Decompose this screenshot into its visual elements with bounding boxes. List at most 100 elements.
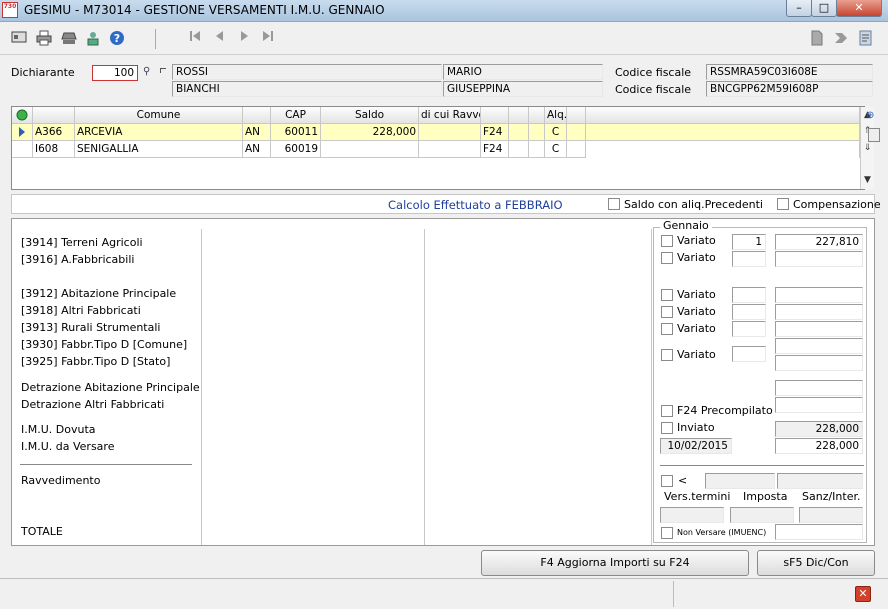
help-icon[interactable]: ?	[108, 30, 126, 48]
abitazione-amount-field[interactable]	[775, 287, 863, 303]
tipo-d-comune-amount-field[interactable]	[775, 338, 863, 354]
variato-tipo-d-checkbox[interactable]	[661, 349, 673, 361]
cell-saldo[interactable]	[321, 141, 419, 158]
cell-cap[interactable]: 60011	[271, 124, 321, 141]
close-window-button[interactable]: ✕	[836, 0, 882, 17]
terreni-amount-field[interactable]: 227,810	[775, 234, 863, 250]
cell-code[interactable]: A366	[33, 124, 75, 141]
app-icon: 730	[2, 2, 18, 18]
side-page-icon[interactable]	[868, 128, 880, 142]
vers-termini-field[interactable]	[660, 507, 724, 523]
col-cap[interactable]: CAP	[271, 107, 321, 124]
cell-blank3[interactable]	[567, 141, 586, 158]
col-blank3[interactable]	[567, 107, 586, 124]
scroll-down-icon[interactable]: ▼	[861, 172, 874, 188]
fabbricabili-amount-field[interactable]	[775, 251, 863, 267]
abitazione-count-field[interactable]	[732, 287, 766, 303]
dichiarante-field[interactable]: 100	[92, 65, 138, 81]
col-comune[interactable]: Comune	[75, 107, 243, 124]
scroll-page-down-icon[interactable]: ⇓	[861, 140, 874, 156]
fabbricabili-count-field[interactable]	[732, 251, 766, 267]
forward-icon[interactable]	[832, 30, 850, 48]
minimize-button[interactable]: –	[786, 0, 812, 17]
cell-blank2[interactable]	[529, 141, 545, 158]
cell-alq[interactable]: C	[545, 124, 567, 141]
col-prov[interactable]	[243, 107, 271, 124]
notes-icon[interactable]	[857, 30, 875, 48]
aggiorna-f24-button[interactable]: F4 Aggiorna Importi su F24	[481, 550, 749, 576]
search-icon[interactable]: ⚲	[143, 66, 150, 77]
cell-prov[interactable]: AN	[243, 141, 271, 158]
f24-precompilato-checkbox[interactable]	[661, 405, 673, 417]
variato-fabbricabili-checkbox[interactable]	[661, 252, 673, 264]
col-blank1[interactable]	[509, 107, 529, 124]
cell-cap[interactable]: 60019	[271, 141, 321, 158]
variato-terreni-checkbox[interactable]	[661, 235, 673, 247]
variato-rurali-checkbox[interactable]	[661, 323, 673, 335]
print-icon[interactable]	[35, 30, 53, 48]
card-icon[interactable]	[10, 30, 28, 48]
table-row[interactable]: I608 SENIGALLIA AN 60019 F24 C	[12, 141, 860, 158]
variato-label: Variato	[677, 288, 716, 301]
cell-comune[interactable]: SENIGALLIA	[75, 141, 243, 158]
col-saldo[interactable]: Saldo	[321, 107, 419, 124]
imposta-field[interactable]	[730, 507, 794, 523]
compensazione-checkbox[interactable]	[777, 198, 789, 210]
cell-blank4[interactable]	[586, 141, 860, 158]
ravvedimento-checkbox[interactable]	[661, 475, 673, 487]
sanz-inter-field[interactable]	[799, 507, 863, 523]
sort-icon[interactable]: ⊕	[866, 110, 874, 121]
inviato-checkbox[interactable]	[661, 422, 673, 434]
col-blank4[interactable]	[586, 107, 860, 124]
rurali-amount-field[interactable]	[775, 321, 863, 337]
cell-code[interactable]: I608	[33, 141, 75, 158]
totale-field[interactable]	[775, 524, 863, 540]
dic-con-button[interactable]: sF5 Dic/Con	[757, 550, 875, 576]
col-alq[interactable]: Alq.	[545, 107, 567, 124]
cell-ravved[interactable]	[419, 124, 481, 141]
cell-alq[interactable]: C	[545, 141, 567, 158]
inviato-label: Inviato	[677, 421, 715, 434]
saldo-precedenti-checkbox[interactable]	[608, 198, 620, 210]
altri-amount-field[interactable]	[775, 304, 863, 320]
cell-ravved[interactable]	[419, 141, 481, 158]
last-icon[interactable]	[259, 30, 277, 48]
ravv-date-field[interactable]	[705, 473, 775, 489]
tipo-d-count-field[interactable]	[732, 346, 766, 362]
variato-altri-checkbox[interactable]	[661, 306, 673, 318]
cell-blank1[interactable]	[509, 141, 529, 158]
table-row[interactable]: A366 ARCEVIA AN 60011 228,000 F24 C	[12, 124, 860, 141]
variato-abitazione-checkbox[interactable]	[661, 289, 673, 301]
col-ravved[interactable]: di cui Ravved	[419, 107, 481, 124]
detr-altri-field[interactable]	[775, 397, 863, 413]
cell-tipo[interactable]: F24	[481, 141, 509, 158]
altri-count-field[interactable]	[732, 304, 766, 320]
detr-abitazione-field[interactable]	[775, 380, 863, 396]
maximize-button[interactable]: □	[811, 0, 837, 17]
cell-blank1[interactable]	[509, 124, 529, 141]
tipo-d-stato-amount-field[interactable]	[775, 355, 863, 371]
terreni-count-field[interactable]: 1	[732, 234, 766, 250]
col-tipo[interactable]	[481, 107, 509, 124]
col-code[interactable]	[33, 107, 75, 124]
next-icon[interactable]	[235, 30, 253, 48]
user-download-icon[interactable]	[84, 30, 102, 48]
col-blank2[interactable]	[529, 107, 545, 124]
imu-versare-field[interactable]: 228,000	[775, 438, 863, 454]
cell-comune[interactable]: ARCEVIA	[75, 124, 243, 141]
cell-tipo[interactable]: F24	[481, 124, 509, 141]
ravv-amount-field[interactable]	[777, 473, 863, 489]
cell-prov[interactable]: AN	[243, 124, 271, 141]
cell-blank3[interactable]	[567, 124, 586, 141]
exit-icon[interactable]: ✕	[855, 586, 871, 602]
first-icon[interactable]	[186, 30, 204, 48]
stamp-icon[interactable]	[60, 30, 78, 48]
cell-blank2[interactable]	[529, 124, 545, 141]
comuni-grid[interactable]: Comune CAP Saldo di cui Ravved Alq. A366…	[11, 106, 874, 190]
prev-icon[interactable]	[211, 30, 229, 48]
cell-saldo[interactable]: 228,000	[321, 124, 419, 141]
non-versare-checkbox[interactable]	[661, 527, 673, 539]
rurali-count-field[interactable]	[732, 321, 766, 337]
blank-page-icon[interactable]	[808, 30, 826, 48]
cell-blank4[interactable]	[586, 124, 860, 141]
